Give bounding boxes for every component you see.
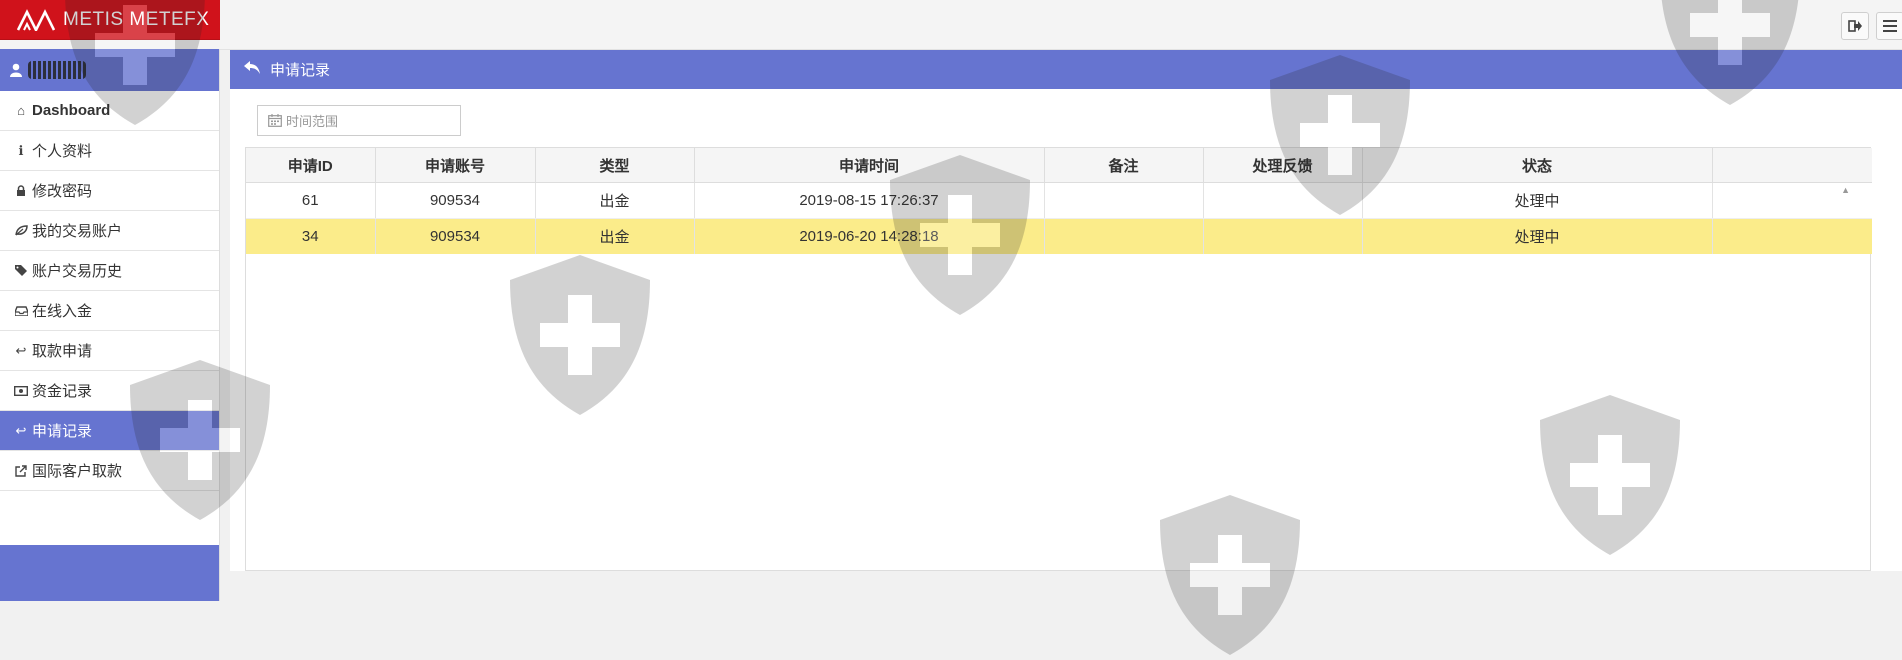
page-title: 申请记录 [270, 62, 331, 79]
sidebar-item-label: 账户交易历史 [32, 263, 123, 280]
records-table: 申请ID 申请账号 类型 申请时间 备注 处理反馈 状态 61 909534 出… [245, 147, 1872, 571]
sidebar-item-label: 在线入金 [32, 303, 93, 320]
cell-type: 出金 [535, 182, 695, 219]
cell-filler [1712, 218, 1872, 254]
table-row[interactable]: 61 909534 出金 2019-08-15 17:26:37 处理中 [246, 182, 1872, 219]
home-icon: ⌂ [17, 103, 25, 118]
sidebar-footer [0, 545, 219, 601]
date-range-input[interactable]: 时间范围 [257, 105, 461, 136]
table-row[interactable]: 34 909534 出金 2019-06-20 14:28:18 处理中 [246, 218, 1872, 254]
sidebar-item-label: 资金记录 [32, 383, 93, 400]
external-link-icon [14, 464, 28, 477]
column-header-feedback[interactable]: 处理反馈 [1203, 148, 1363, 183]
sidebar-item-dashboard[interactable]: ⌂ Dashboard [0, 91, 219, 131]
table-header-row: 申请ID 申请账号 类型 申请时间 备注 处理反馈 状态 [246, 148, 1872, 183]
sidebar-item-change-password[interactable]: 修改密码 [0, 171, 219, 211]
inbox-icon [14, 305, 28, 316]
sidebar-item-international-withdrawal[interactable]: 国际客户取款 [0, 451, 219, 491]
logout-button[interactable] [1841, 12, 1869, 40]
sidebar-item-label: 个人资料 [32, 143, 93, 160]
cell-feedback [1203, 218, 1363, 254]
cell-time: 2019-08-15 17:26:37 [694, 182, 1045, 219]
cell-feedback [1203, 182, 1363, 219]
sidebar-item-label: Dashboard [32, 102, 111, 119]
cell-account: 909534 [375, 182, 536, 219]
page-footer-strip [220, 571, 1902, 601]
bars-icon [1883, 20, 1897, 32]
cell-remark [1044, 182, 1204, 219]
column-header-filler [1712, 148, 1872, 183]
user-panel[interactable] [0, 49, 219, 91]
column-header-type[interactable]: 类型 [535, 148, 695, 183]
page-header: 申请记录 [230, 50, 1902, 89]
sidebar-item-trading-accounts[interactable]: 我的交易账户 [0, 211, 219, 251]
brand-name: METIS METEFX [63, 8, 210, 30]
sidebar-item-label: 国际客户取款 [32, 463, 123, 480]
reply-icon [244, 61, 260, 78]
menu-toggle-button[interactable] [1876, 12, 1902, 40]
avatar [28, 61, 86, 79]
brand-logo[interactable]: METIS METEFX [0, 0, 220, 39]
column-header-time[interactable]: 申请时间 [694, 148, 1045, 183]
sidebar-item-withdrawal-request[interactable]: ↩ 取款申请 [0, 331, 219, 371]
sidebar-item-application-records[interactable]: ↩ 申请记录 [0, 411, 219, 451]
sidebar: ⌂ Dashboard ℹ 个人资料 修改密码 我的交易账户 账户交易历史 在线… [0, 49, 220, 601]
sign-out-icon [1848, 20, 1862, 32]
sidebar-item-profile[interactable]: ℹ 个人资料 [0, 131, 219, 171]
user-icon [10, 63, 22, 77]
cell-id: 34 [246, 218, 376, 254]
sidebar-item-label: 我的交易账户 [32, 223, 123, 240]
column-header-status[interactable]: 状态 [1362, 148, 1713, 183]
tags-icon [14, 265, 28, 276]
scroll-up-arrow-icon[interactable]: ▲ [1841, 185, 1850, 195]
cell-status: 处理中 [1362, 182, 1713, 219]
sidebar-item-online-deposit[interactable]: 在线入金 [0, 291, 219, 331]
reply-icon: ↩ [15, 342, 27, 358]
cell-id: 61 [246, 182, 376, 219]
info-icon: ℹ [18, 142, 24, 158]
column-header-id[interactable]: 申请ID [246, 148, 376, 183]
sidebar-item-label: 修改密码 [32, 183, 93, 200]
calendar-icon [268, 114, 282, 127]
date-range-placeholder: 时间范围 [286, 114, 339, 129]
sidebar-item-label: 申请记录 [32, 423, 93, 440]
cell-account: 909534 [375, 218, 536, 254]
money-icon [14, 385, 28, 396]
sidebar-item-label: 取款申请 [32, 343, 93, 360]
cell-status: 处理中 [1362, 218, 1713, 254]
sidebar-item-fund-records[interactable]: 资金记录 [0, 371, 219, 411]
top-bar: METIS METEFX [0, 0, 1902, 50]
cell-remark [1044, 218, 1204, 254]
column-header-remark[interactable]: 备注 [1044, 148, 1204, 183]
column-header-account[interactable]: 申请账号 [375, 148, 536, 183]
sidebar-nav: ⌂ Dashboard ℹ 个人资料 修改密码 我的交易账户 账户交易历史 在线… [0, 91, 219, 491]
lock-icon [14, 185, 28, 196]
logo-mark-icon [17, 8, 55, 31]
leaf-icon [14, 225, 28, 236]
reply-icon: ↩ [15, 422, 27, 438]
cell-time: 2019-06-20 14:28:18 [694, 218, 1045, 254]
sidebar-item-trade-history[interactable]: 账户交易历史 [0, 251, 219, 291]
cell-type: 出金 [535, 218, 695, 254]
